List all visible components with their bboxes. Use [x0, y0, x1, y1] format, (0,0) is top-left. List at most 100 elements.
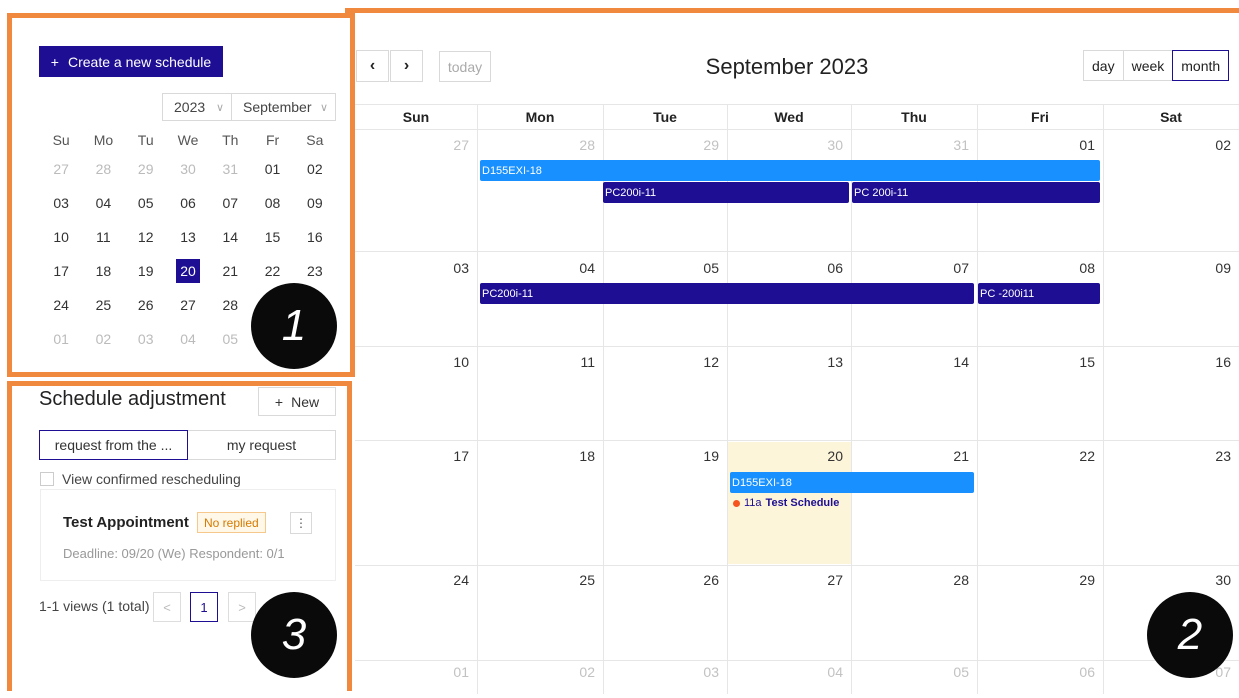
day-number[interactable]: 09 — [1191, 260, 1231, 276]
day-number[interactable]: 06 — [1055, 664, 1095, 680]
mini-calendar-day[interactable]: 27 — [167, 288, 209, 322]
day-number[interactable]: 10 — [429, 354, 469, 370]
mini-calendar-day[interactable]: 02 — [82, 322, 124, 356]
day-number[interactable]: 11 — [555, 354, 595, 370]
event-bar[interactable]: D155EXI-18 — [480, 160, 1100, 181]
mini-calendar-day[interactable]: 03 — [40, 186, 82, 220]
day-number[interactable]: 31 — [929, 137, 969, 153]
mini-calendar-day[interactable]: 12 — [125, 220, 167, 254]
checkbox-box[interactable] — [40, 472, 54, 486]
day-number[interactable]: 23 — [1191, 448, 1231, 464]
day-number[interactable]: 05 — [679, 260, 719, 276]
mini-calendar-day[interactable]: 10 — [40, 220, 82, 254]
prev-month-button[interactable]: ‹ — [356, 50, 389, 82]
day-number[interactable]: 16 — [1191, 354, 1231, 370]
day-number[interactable]: 29 — [679, 137, 719, 153]
day-number[interactable]: 01 — [429, 664, 469, 680]
day-number[interactable]: 02 — [555, 664, 595, 680]
day-number[interactable]: 05 — [929, 664, 969, 680]
mini-calendar-day[interactable]: 17 — [40, 254, 82, 288]
mini-calendar-day[interactable]: 05 — [125, 186, 167, 220]
view-month-button[interactable]: month — [1172, 50, 1230, 81]
mini-calendar-day[interactable]: 08 — [251, 186, 293, 220]
event-bar[interactable]: PC200i-11 — [603, 182, 849, 203]
day-number[interactable]: 21 — [929, 448, 969, 464]
mini-calendar-day[interactable]: 28 — [82, 152, 124, 186]
pagination-next-button[interactable]: > — [228, 592, 256, 622]
mini-calendar-day[interactable]: 14 — [209, 220, 251, 254]
mini-calendar-day[interactable]: 01 — [40, 322, 82, 356]
day-number[interactable]: 25 — [555, 572, 595, 588]
day-number[interactable]: 29 — [1055, 572, 1095, 588]
day-number[interactable]: 12 — [679, 354, 719, 370]
mini-calendar-day[interactable]: 27 — [40, 152, 82, 186]
day-number[interactable]: 03 — [429, 260, 469, 276]
event-bar[interactable]: D155EXI-18 — [730, 472, 974, 493]
today-button[interactable]: today — [439, 51, 491, 82]
mini-calendar-day[interactable]: 02 — [294, 152, 336, 186]
day-number[interactable]: 28 — [555, 137, 595, 153]
mini-calendar-day[interactable]: 01 — [251, 152, 293, 186]
mini-calendar-day[interactable]: 24 — [40, 288, 82, 322]
mini-calendar-day[interactable]: 04 — [167, 322, 209, 356]
mini-calendar-day[interactable]: 04 — [82, 186, 124, 220]
selected-day[interactable]: 20 — [175, 259, 200, 283]
more-options-icon[interactable]: ⋮ — [290, 512, 312, 534]
view-day-button[interactable]: day — [1083, 50, 1124, 81]
next-month-button[interactable]: › — [390, 50, 423, 82]
appointment-card[interactable]: Test Appointment No replied ⋮ Deadline: … — [40, 489, 336, 581]
day-number[interactable]: 02 — [1191, 137, 1231, 153]
mini-calendar-day[interactable]: 03 — [125, 322, 167, 356]
day-number[interactable]: 07 — [929, 260, 969, 276]
event-bar[interactable]: PC 200i-11 — [852, 182, 1100, 203]
mini-calendar-day[interactable]: 30 — [167, 152, 209, 186]
day-number[interactable]: 28 — [929, 572, 969, 588]
day-number[interactable]: 04 — [803, 664, 843, 680]
mini-calendar-day[interactable]: 11 — [82, 220, 124, 254]
day-number[interactable]: 17 — [429, 448, 469, 464]
event-bar[interactable]: PC200i-11 — [480, 283, 974, 304]
mini-calendar-day[interactable]: 26 — [125, 288, 167, 322]
mini-calendar-day[interactable]: 09 — [294, 186, 336, 220]
day-number[interactable]: 27 — [429, 137, 469, 153]
mini-calendar-day[interactable]: 28 — [209, 288, 251, 322]
pagination-page-1[interactable]: 1 — [190, 592, 218, 622]
mini-calendar-day[interactable]: 21 — [209, 254, 251, 288]
day-number[interactable]: 20 — [803, 448, 843, 464]
mini-calendar-day[interactable]: 19 — [125, 254, 167, 288]
pagination-prev-button[interactable]: < — [153, 592, 181, 622]
day-number[interactable]: 18 — [555, 448, 595, 464]
day-number[interactable]: 01 — [1055, 137, 1095, 153]
day-number[interactable]: 04 — [555, 260, 595, 276]
mini-calendar-day[interactable]: 16 — [294, 220, 336, 254]
mini-calendar-day[interactable]: 15 — [251, 220, 293, 254]
timed-event[interactable]: 11a Test Schedule — [733, 497, 839, 509]
day-number[interactable]: 13 — [803, 354, 843, 370]
day-number[interactable]: 06 — [803, 260, 843, 276]
mini-calendar-day[interactable]: 29 — [125, 152, 167, 186]
day-number[interactable]: 03 — [679, 664, 719, 680]
tab-my-request[interactable]: my request — [188, 431, 335, 459]
create-schedule-button[interactable]: + Create a new schedule — [39, 46, 223, 77]
mini-calendar-day[interactable]: 18 — [82, 254, 124, 288]
mini-calendar-day[interactable]: 07 — [209, 186, 251, 220]
day-number[interactable]: 15 — [1055, 354, 1095, 370]
mini-calendar-day[interactable]: 05 — [209, 322, 251, 356]
day-number[interactable]: 30 — [1191, 572, 1231, 588]
day-number[interactable]: 19 — [679, 448, 719, 464]
mini-calendar-day[interactable]: 20 — [167, 254, 209, 288]
day-number[interactable]: 26 — [679, 572, 719, 588]
day-number[interactable]: 27 — [803, 572, 843, 588]
view-week-button[interactable]: week — [1122, 50, 1174, 81]
mini-calendar-day[interactable]: 31 — [209, 152, 251, 186]
view-confirmed-checkbox[interactable]: View confirmed rescheduling — [40, 471, 241, 487]
day-number[interactable]: 08 — [1055, 260, 1095, 276]
year-select[interactable]: 2023 ∨ — [162, 93, 232, 121]
mini-calendar-day[interactable]: 06 — [167, 186, 209, 220]
day-number[interactable]: 22 — [1055, 448, 1095, 464]
new-request-button[interactable]: + New — [258, 387, 336, 416]
mini-calendar-day[interactable]: 25 — [82, 288, 124, 322]
tab-request-from[interactable]: request from the ... — [39, 430, 188, 460]
day-number[interactable]: 24 — [429, 572, 469, 588]
day-number[interactable]: 30 — [803, 137, 843, 153]
